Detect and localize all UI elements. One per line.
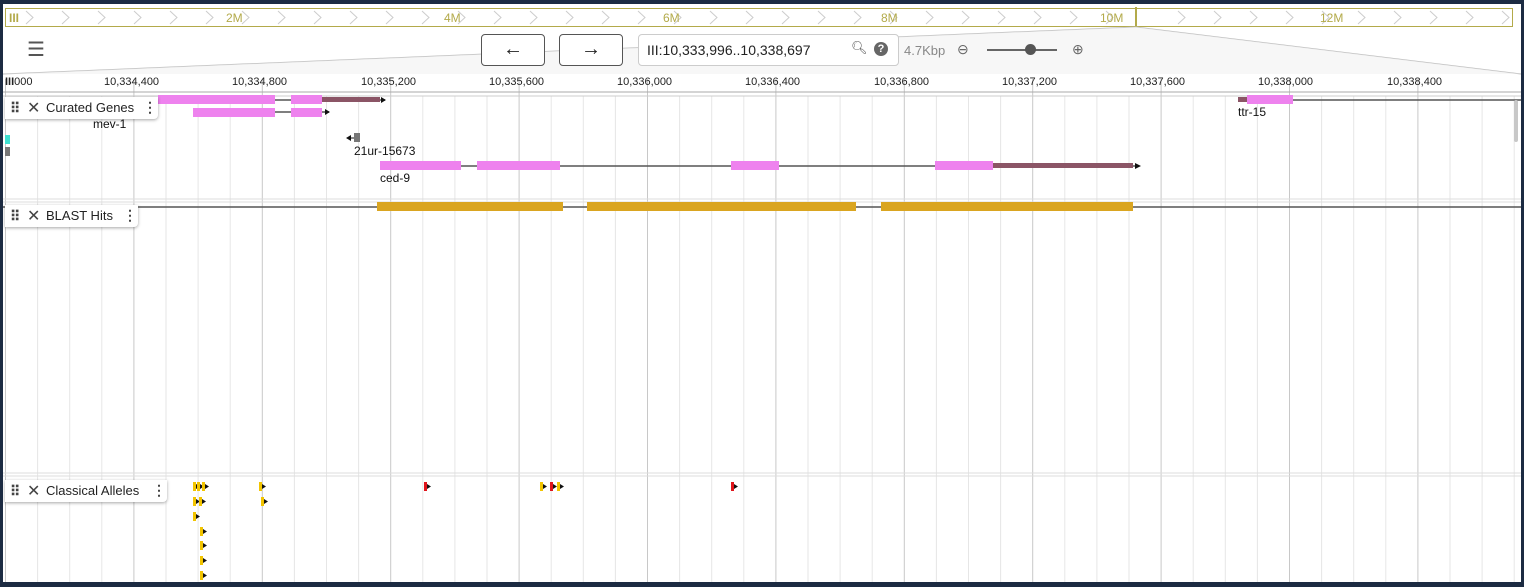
drag-handle-icon[interactable]: ⠿ — [10, 100, 20, 117]
close-icon[interactable]: ✕ — [27, 206, 40, 226]
more-vert-icon[interactable]: ⋮ — [123, 207, 137, 224]
track-scrollbar[interactable] — [1514, 100, 1518, 142]
utr — [1238, 97, 1247, 102]
blast-block — [587, 202, 856, 211]
allele-strand-arrow — [203, 558, 207, 563]
gene-label-ced-9[interactable]: ced-9 — [380, 171, 410, 185]
allele-marker — [200, 556, 203, 565]
track-label-classical-alleles: ⠿ ✕ Classical Alleles ⋮ — [5, 480, 167, 502]
exon — [193, 108, 275, 117]
ruler-ref-label: III000 — [5, 76, 33, 88]
strand-arrow — [1135, 163, 1141, 169]
allele-marker — [193, 497, 196, 506]
exon — [291, 95, 322, 104]
track-label-blast-hits: ⠿ ✕ BLAST Hits ⋮ — [5, 205, 138, 227]
ruler-tick-label: 10,337,200 — [1002, 76, 1058, 88]
edge-feature — [5, 135, 10, 144]
allele-strand-arrow — [427, 484, 431, 489]
allele-marker — [731, 482, 734, 491]
ruler-tick-label: 10,334,800 — [232, 76, 288, 88]
exon — [935, 161, 993, 170]
allele-strand-arrow — [203, 543, 207, 548]
gene-label-ttr-15[interactable]: ttr-15 — [1238, 105, 1266, 119]
allele-marker — [259, 482, 262, 491]
allele-marker — [197, 482, 200, 491]
blast-block — [881, 202, 1133, 211]
allele-strand-arrow — [262, 484, 266, 489]
allele-marker — [200, 571, 203, 580]
allele-markers — [193, 482, 738, 580]
allele-strand-arrow — [205, 484, 209, 489]
ruler-tick-label: 10,337,600 — [1130, 76, 1186, 88]
allele-strand-arrow — [202, 499, 206, 504]
ruler-tick-label: 10,336,400 — [745, 76, 801, 88]
more-vert-icon[interactable]: ⋮ — [143, 99, 157, 116]
allele-marker — [202, 482, 205, 491]
blast-block — [377, 202, 563, 211]
allele-strand-arrow — [203, 573, 207, 578]
grid-lines — [5, 79, 1515, 582]
gene-label-mev-1[interactable]: mev-1 — [93, 117, 126, 131]
utr — [322, 97, 380, 102]
ruler-tick-label: 10,336,000 — [617, 76, 673, 88]
gene-ced-9 — [380, 161, 1141, 170]
strand-arrow — [381, 97, 386, 103]
allele-marker — [193, 512, 196, 521]
allele-marker — [557, 482, 560, 491]
allele-strand-arrow — [543, 484, 547, 489]
track-canvas[interactable] — [3, 4, 1521, 582]
allele-marker — [550, 482, 553, 491]
ruler-first-label: 000 — [14, 76, 33, 88]
close-icon[interactable]: ✕ — [27, 98, 40, 118]
ruler-tick-label: 10,336,800 — [874, 76, 930, 88]
allele-marker — [200, 527, 203, 536]
track-name: Curated Genes — [46, 100, 135, 115]
exon — [158, 95, 275, 104]
exon — [477, 161, 560, 170]
ruler-ref-prefix: III — [5, 76, 15, 88]
genome-browser-view: III 2M 4M 6M 8M 10M 12M ☰ ← → 🔍︎ ? 4.7Kb… — [3, 4, 1521, 582]
gene-label-21ur-15673[interactable]: 21ur-15673 — [354, 144, 415, 158]
allele-marker — [200, 541, 203, 550]
ncrna-block — [354, 133, 360, 142]
gene-21ur-15673 — [346, 133, 360, 142]
ruler-tick-label: 10,338,000 — [1258, 76, 1314, 88]
utr — [993, 163, 1133, 168]
allele-strand-arrow — [203, 529, 207, 534]
gene-mev-1 — [158, 95, 386, 117]
allele-marker — [199, 497, 202, 506]
allele-marker — [540, 482, 543, 491]
allele-strand-arrow — [264, 499, 268, 504]
track-name: BLAST Hits — [46, 208, 113, 223]
allele-marker — [193, 482, 196, 491]
ruler-tick-label: 10,338,400 — [1387, 76, 1443, 88]
allele-strand-arrow — [553, 484, 557, 489]
ruler-tick-label: 10,334,400 — [104, 76, 160, 88]
exon — [1247, 95, 1293, 104]
allele-strand-arrow — [734, 484, 738, 489]
drag-handle-icon[interactable]: ⠿ — [10, 483, 20, 500]
allele-marker — [261, 497, 264, 506]
more-vert-icon[interactable]: ⋮ — [152, 482, 166, 499]
drag-handle-icon[interactable]: ⠿ — [10, 208, 20, 225]
exon — [731, 161, 779, 170]
exon — [380, 161, 461, 170]
allele-strand-arrow — [560, 484, 564, 489]
exon — [291, 108, 322, 117]
allele-marker — [424, 482, 427, 491]
track-label-curated-genes: ⠿ ✕ Curated Genes ⋮ — [5, 97, 158, 119]
strand-arrow — [325, 109, 330, 115]
track-name: Classical Alleles — [46, 483, 140, 498]
close-icon[interactable]: ✕ — [27, 481, 40, 501]
ruler-tick-label: 10,335,600 — [489, 76, 545, 88]
edge-feature — [5, 147, 10, 156]
ruler-tick-label: 10,335,200 — [361, 76, 417, 88]
